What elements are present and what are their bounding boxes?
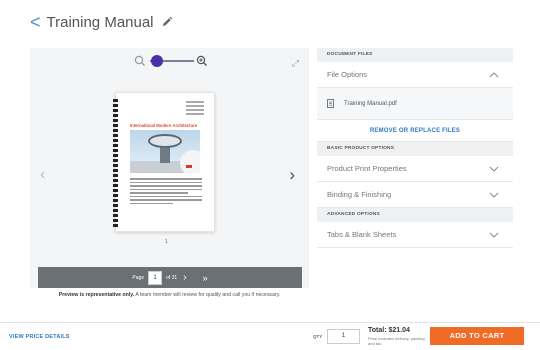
- next-page-arrow-icon[interactable]: ›: [289, 165, 295, 185]
- chevron-down-icon[interactable]: [489, 232, 499, 238]
- preview-page-number: 1: [165, 239, 168, 245]
- page-label: Page: [132, 274, 145, 281]
- advanced-options-header: ADVANCED OPTIONS: [317, 208, 513, 222]
- document-file-icon: [327, 99, 334, 108]
- doc-address-block: [186, 101, 204, 117]
- zoom-slider[interactable]: [134, 54, 214, 68]
- chevron-down-icon[interactable]: [489, 192, 499, 198]
- fullscreen-icon[interactable]: ⤢: [292, 58, 299, 69]
- previous-page-arrow-icon[interactable]: ‹: [40, 166, 45, 184]
- total-price-note: Price excludes delivery, packing and tax…: [368, 336, 425, 346]
- document-preview-panel: ⤢ ‹ › International Modern Architecture …: [30, 48, 309, 288]
- remove-replace-files-link[interactable]: REMOVE OR REPLACE FILES: [317, 120, 513, 142]
- document-files-header: DOCUMENT FILES: [317, 48, 513, 62]
- checkout-footer: VIEW PRICE DETAILS QTY 1 Total: $21.04 P…: [0, 322, 540, 350]
- last-page-icon[interactable]: »: [203, 273, 208, 283]
- qty-label: QTY: [313, 334, 323, 339]
- zoom-out-icon[interactable]: [134, 54, 146, 68]
- coil-binding: [113, 99, 118, 227]
- page-title: Training Manual: [46, 13, 154, 31]
- preview-disclaimer: Preview is representative only. A team m…: [30, 292, 309, 299]
- file-item: Training Manual.pdf: [317, 88, 513, 120]
- page-count: of 31: [166, 274, 178, 281]
- back-chevron-icon[interactable]: <: [30, 13, 41, 31]
- disclaimer-bold: Preview is representative only.: [58, 292, 135, 298]
- disclaimer-text: A team member will review for quality an…: [135, 292, 281, 298]
- zoom-in-icon[interactable]: [196, 54, 208, 68]
- page-number-input[interactable]: 1: [148, 270, 163, 285]
- pencil-icon[interactable]: [161, 16, 173, 28]
- file-name: Training Manual.pdf: [344, 100, 397, 107]
- chevron-up-icon[interactable]: [489, 71, 499, 78]
- add-to-cart-button[interactable]: ADD TO CART: [430, 327, 524, 345]
- zoom-handle[interactable]: [150, 55, 163, 67]
- chevron-down-icon[interactable]: [489, 166, 499, 172]
- basic-product-options-header: BASIC PRODUCT OPTIONS: [317, 142, 513, 156]
- file-options-label: File Options: [327, 70, 368, 79]
- document-page-thumbnail: International Modern Architecture 1: [113, 92, 215, 245]
- total-price: Total: $21.04: [368, 327, 410, 334]
- tabs-blank-sheets-label: Tabs & Blank Sheets: [327, 230, 397, 239]
- doc-body-text: [130, 178, 202, 206]
- next-page-icon[interactable]: ›: [183, 272, 186, 283]
- doc-photo: [130, 130, 200, 173]
- doc-heading: International Modern Architecture: [130, 123, 198, 128]
- product-options-panel: DOCUMENT FILES File Options Training Man…: [317, 48, 513, 248]
- product-print-properties-row[interactable]: Product Print Properties: [317, 156, 513, 182]
- product-print-properties-label: Product Print Properties: [327, 164, 407, 173]
- binding-finishing-label: Binding & Finishing: [327, 190, 392, 199]
- binding-finishing-row[interactable]: Binding & Finishing: [317, 182, 513, 208]
- file-options-row[interactable]: File Options: [317, 62, 513, 88]
- tabs-blank-sheets-row[interactable]: Tabs & Blank Sheets: [317, 222, 513, 248]
- page-header: < Training Manual: [0, 0, 540, 44]
- quantity-input[interactable]: 1: [327, 329, 360, 344]
- view-price-details-link[interactable]: VIEW PRICE DETAILS: [9, 334, 70, 340]
- pagination-bar: Page 1 of 31 › »: [38, 267, 302, 288]
